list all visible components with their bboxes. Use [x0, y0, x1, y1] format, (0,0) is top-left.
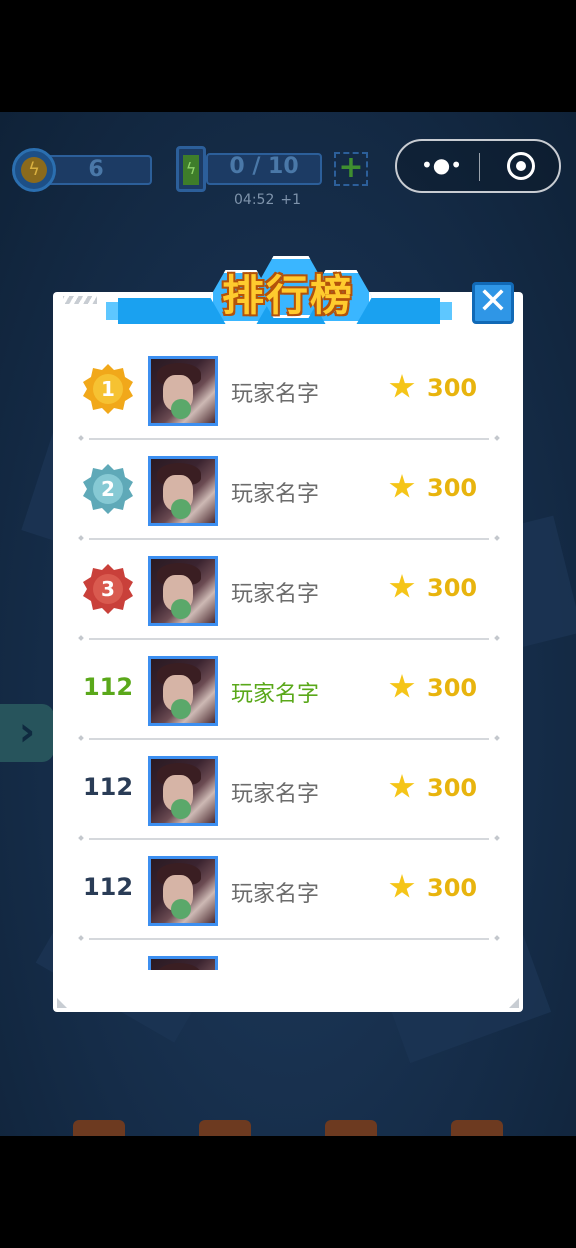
gold-medal-icon: 1 — [83, 364, 133, 414]
star-icon — [389, 874, 415, 898]
bronze-medal-icon: 3 — [83, 564, 133, 614]
player-name: 玩家名字 — [231, 882, 320, 907]
player-name: 玩家名字 — [231, 582, 320, 607]
rank-value: 2 — [93, 474, 123, 504]
leaderboard-row-self: 112 玩家名字 300 — [53, 640, 523, 740]
checkin-icon — [325, 1120, 377, 1136]
player-name: 玩家名字 — [231, 782, 320, 807]
decor-stripes — [63, 296, 97, 304]
decor-corner — [57, 998, 67, 1008]
leaderboard-row-partial — [53, 940, 523, 970]
avatar — [148, 856, 218, 926]
player-name: 玩家名字 — [231, 382, 320, 407]
add-energy-button[interactable]: + — [334, 152, 368, 186]
leaderboard-row: 1 玩家名字 300 — [53, 340, 523, 440]
avatar — [148, 456, 218, 526]
avatar — [148, 656, 218, 726]
ranking-icon — [199, 1120, 251, 1136]
close-miniprogram-icon[interactable] — [507, 152, 535, 180]
avatar — [148, 556, 218, 626]
timer-bonus: +1 — [280, 192, 301, 208]
player-score: 300 — [427, 574, 478, 602]
player-score: 300 — [427, 474, 478, 502]
star-icon — [389, 774, 415, 798]
battery-value: 0 / 10 — [229, 154, 299, 179]
player-name: 玩家名字 — [231, 482, 320, 507]
leaderboard-row: 2 玩家名字 300 — [53, 440, 523, 540]
miniprogram-capsule: •●• — [395, 139, 561, 193]
leaderboard-row: 112 玩家名字 300 — [53, 740, 523, 840]
energy-counter: ϟ 6 — [12, 148, 152, 192]
player-name: 玩家名字 — [231, 682, 320, 707]
character-icon — [73, 1120, 125, 1136]
leaderboard-row: 3 玩家名字 300 — [53, 540, 523, 640]
avatar — [148, 756, 218, 826]
battery-icon: ϟ — [176, 146, 206, 192]
star-icon — [389, 374, 415, 398]
star-icon — [389, 474, 415, 498]
timer-value: 04:52 — [234, 192, 275, 208]
side-expand-button[interactable]: › — [0, 704, 54, 762]
star-icon — [389, 674, 415, 698]
more-options-button[interactable]: •●• — [421, 153, 462, 177]
rank-value: 112 — [82, 873, 134, 901]
energy-value: 6 — [88, 157, 104, 182]
menu-item-ranking[interactable]: 排行 — [190, 1120, 260, 1136]
battery-counter: ϟ 0 / 10 — [176, 146, 326, 194]
avatar — [148, 356, 218, 426]
star-icon — [389, 574, 415, 598]
menu-item-character[interactable]: 角色 — [64, 1120, 134, 1136]
capsule-divider — [479, 153, 480, 181]
rank-value: 112 — [82, 673, 134, 701]
player-score: 300 — [427, 874, 478, 902]
rank-value: 1 — [93, 374, 123, 404]
leaderboard-title: 排行榜 — [221, 271, 354, 320]
avatar — [148, 956, 218, 970]
menu-item-share[interactable]: 分享 — [442, 1120, 512, 1136]
close-button[interactable]: ✕ — [472, 282, 514, 324]
energy-timer: 04:52 +1 — [228, 192, 301, 208]
rank-value: 3 — [93, 574, 123, 604]
player-score: 300 — [427, 774, 478, 802]
leaderboard-list[interactable]: 1 玩家名字 300 2 玩家名字 300 3 玩家名字 300 112 玩家名… — [53, 340, 523, 970]
menu-item-checkin[interactable]: 签到 — [316, 1120, 386, 1136]
share-icon — [451, 1120, 503, 1136]
silver-medal-icon: 2 — [83, 464, 133, 514]
decor-corner — [509, 998, 519, 1008]
rank-value: 112 — [82, 773, 134, 801]
leaderboard-row: 112 玩家名字 300 — [53, 840, 523, 940]
player-score: 300 — [427, 374, 478, 402]
player-score: 300 — [427, 674, 478, 702]
